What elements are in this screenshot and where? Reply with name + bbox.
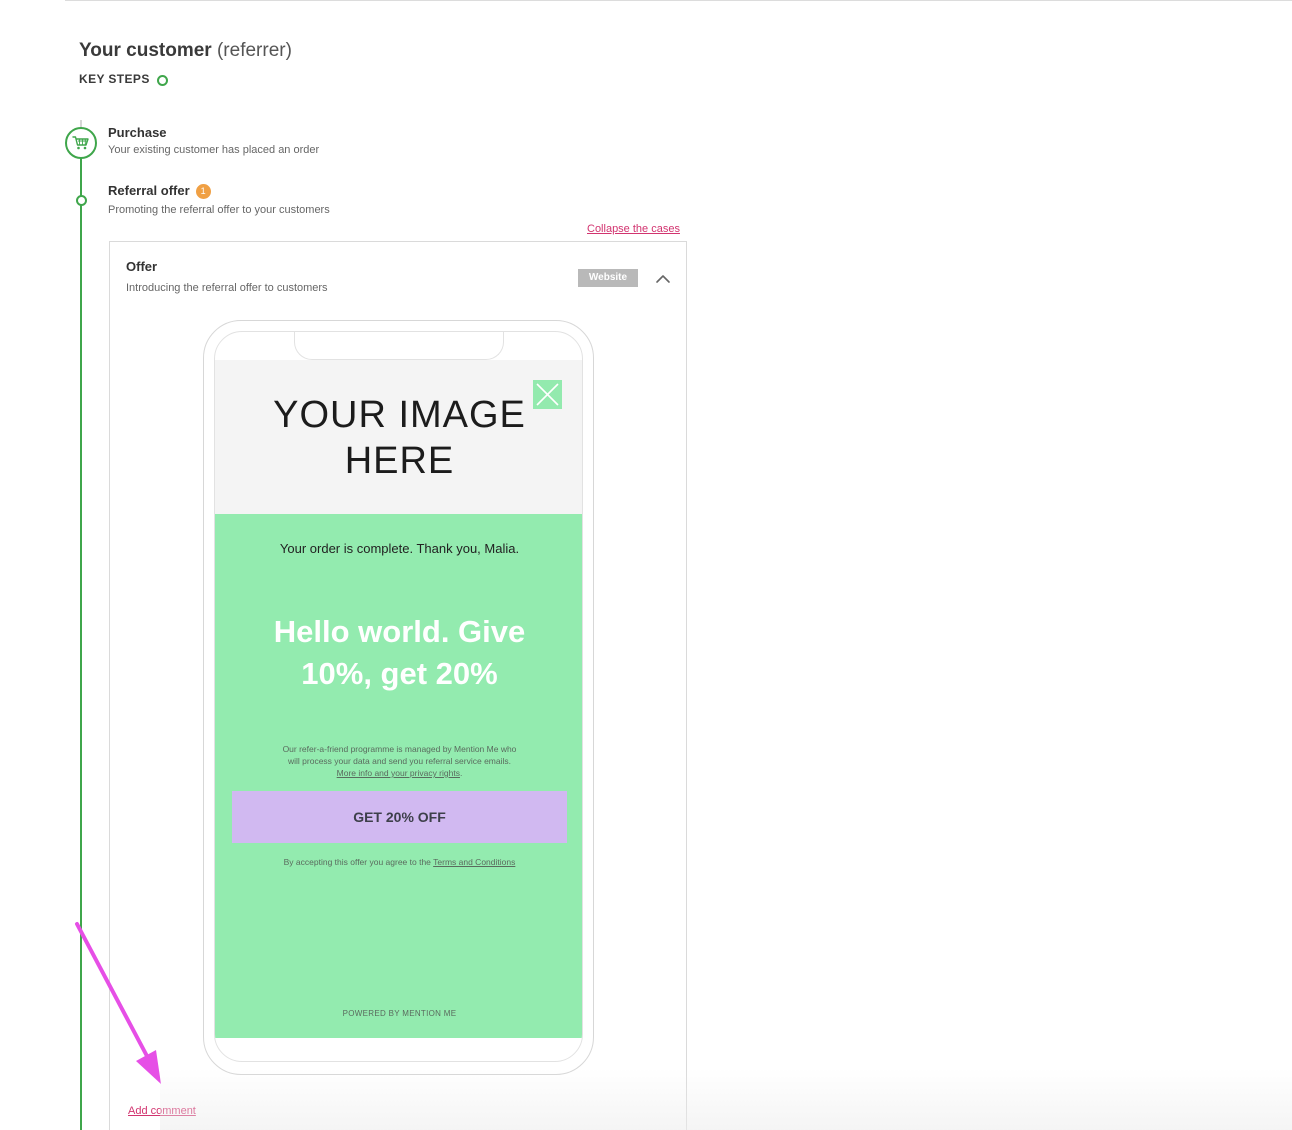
phone-mockup: YOUR IMAGE HERE Your order is complete. … (203, 320, 594, 1075)
privacy-notice: Our refer-a-friend programme is managed … (255, 743, 544, 779)
chevron-up-icon[interactable] (655, 272, 671, 284)
offer-headline-line2: 10%, get 20% (301, 656, 498, 691)
step-desc-referral-offer: Promoting the referral offer to your cus… (108, 204, 330, 216)
step-title-purchase: Purchase (108, 125, 167, 140)
notification-badge: 1 (195, 184, 211, 199)
step-title-referral-offer: Referral offer 1 (108, 183, 211, 199)
terms-notice: By accepting this offer you agree to the… (215, 857, 582, 867)
terms-prefix: By accepting this offer you agree to the (283, 857, 431, 867)
referral-step-dot (76, 195, 87, 206)
offer-headline-line1: Hello world. Give (273, 614, 526, 649)
image-placeholder: YOUR IMAGE HERE (215, 360, 582, 514)
powered-by-label: POWERED BY MENTION ME (342, 1009, 457, 1018)
channel-tag: Website (578, 269, 638, 287)
add-comment-link[interactable]: Add comment (128, 1105, 196, 1117)
offer-headline: Hello world. Give 10%, get 20% (215, 611, 582, 695)
privacy-link-suffix: . (459, 768, 463, 778)
order-message: Your order is complete. Thank you, Malia… (279, 541, 520, 556)
step-desc-purchase: Your existing customer has placed an ord… (108, 144, 320, 156)
terms-link[interactable]: Terms and Conditions (433, 857, 515, 867)
key-steps-label: KEY STEPS (79, 72, 150, 86)
phone-notch (294, 332, 504, 360)
phone-screen: YOUR IMAGE HERE Your order is complete. … (214, 331, 583, 1062)
privacy-text-line2: will process your data and send you refe… (288, 756, 511, 766)
shopping-cart-icon (65, 127, 97, 159)
get-offer-button[interactable]: GET 20% OFF (232, 791, 567, 843)
offer-card: Offer Introducing the referral offer to … (109, 241, 687, 1130)
image-placeholder-line1: YOUR IMAGE (273, 394, 526, 436)
offer-panel: Your order is complete. Thank you, Malia… (215, 514, 582, 1038)
section-title-strong: Your customer (79, 40, 212, 61)
offer-card-title: Offer (126, 259, 158, 274)
step-title-referral-offer-text: Referral offer (108, 183, 190, 198)
key-steps-header: KEY STEPS (79, 72, 168, 86)
section-title: Your customer (referrer) (79, 40, 292, 62)
privacy-link[interactable]: More info and your privacy rights (337, 768, 460, 778)
privacy-text-line1: Our refer-a-friend programme is managed … (282, 744, 517, 754)
image-placeholder-line2: HERE (344, 440, 455, 482)
offer-card-description: Introducing the referral offer to custom… (126, 282, 328, 294)
image-placeholder-text: YOUR IMAGE HERE (215, 392, 582, 484)
collapse-cases-link[interactable]: Collapse the cases (587, 223, 680, 235)
key-steps-status-icon (156, 74, 168, 86)
annotation-arrow-icon (75, 922, 161, 1084)
close-icon[interactable] (533, 380, 562, 409)
section-title-light: (referrer) (216, 40, 292, 61)
top-divider (65, 0, 1292, 1)
